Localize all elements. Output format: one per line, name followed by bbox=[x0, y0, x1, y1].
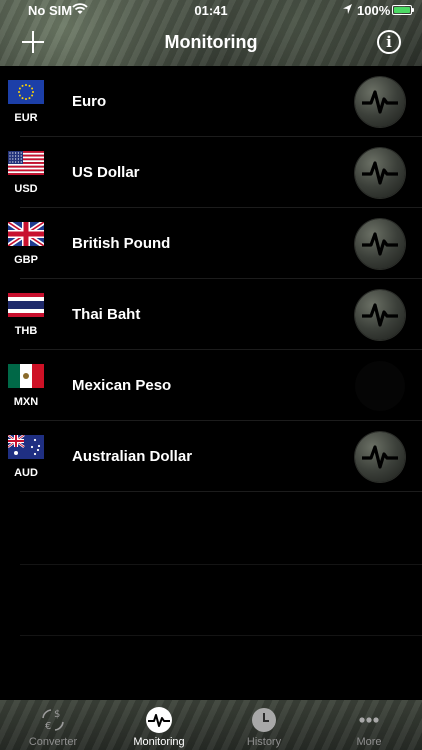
flag-gb-icon bbox=[8, 222, 44, 246]
currency-row-mxn[interactable]: MXN Mexican Peso bbox=[0, 350, 422, 421]
currency-row-usd[interactable]: USD US Dollar bbox=[0, 137, 422, 208]
monitor-toggle-button[interactable] bbox=[355, 432, 405, 482]
battery-icon bbox=[392, 5, 414, 15]
currency-code: GBP bbox=[14, 254, 38, 266]
currency-code: AUD bbox=[14, 467, 38, 479]
tab-converter[interactable]: $ € Converter bbox=[0, 700, 106, 750]
navigation-bar: Monitoring i bbox=[0, 22, 422, 66]
monitor-toggle-button[interactable] bbox=[355, 148, 405, 198]
currency-name: Euro bbox=[72, 93, 107, 110]
tab-monitoring[interactable]: Monitoring bbox=[106, 700, 212, 750]
tab-label: More bbox=[356, 736, 382, 748]
flag-eu-icon bbox=[8, 80, 44, 104]
flag-au-icon bbox=[8, 435, 44, 459]
currency-name: British Pound bbox=[72, 235, 171, 252]
currency-code: USD bbox=[14, 183, 38, 195]
currency-row-eur[interactable]: EUR Euro bbox=[0, 66, 422, 137]
currency-code: EUR bbox=[14, 112, 38, 124]
flag-mx-icon bbox=[8, 364, 44, 388]
svg-text:$: $ bbox=[54, 709, 60, 720]
list-separator bbox=[20, 635, 422, 636]
tab-label: Monitoring bbox=[133, 736, 185, 748]
currency-name: Thai Baht bbox=[72, 306, 141, 323]
location-arrow-icon bbox=[343, 4, 352, 14]
monitor-toggle-button[interactable] bbox=[355, 77, 405, 127]
currency-code: THB bbox=[14, 325, 38, 337]
monitor-toggle-button[interactable] bbox=[355, 290, 405, 340]
info-button[interactable]: i bbox=[377, 30, 401, 54]
row-separator bbox=[20, 491, 422, 492]
tab-label: Converter bbox=[28, 736, 78, 748]
page-title: Monitoring bbox=[164, 32, 258, 52]
monitor-toggle-button[interactable] bbox=[355, 219, 405, 269]
tab-label: History bbox=[246, 736, 282, 748]
tab-bar: $ € Converter Monitoring History More bbox=[0, 700, 422, 750]
converter-icon: $ € bbox=[39, 706, 67, 734]
monitor-toggle-button[interactable] bbox=[355, 361, 405, 411]
battery-percent: 100% bbox=[357, 3, 391, 18]
svg-text:€: € bbox=[45, 721, 51, 732]
currency-row-thb[interactable]: THB Thai Baht bbox=[0, 279, 422, 350]
tab-more[interactable]: More bbox=[316, 700, 422, 750]
currency-name: US Dollar bbox=[72, 164, 140, 181]
tab-history[interactable]: History bbox=[211, 700, 317, 750]
more-icon bbox=[355, 706, 383, 734]
currency-list: EUR Euro USD US Dollar GBP British Pound THB Th… bbox=[0, 66, 422, 492]
flag-us-icon bbox=[8, 151, 44, 175]
currency-row-aud[interactable]: AUD Australian Dollar bbox=[0, 421, 422, 492]
currency-name: Mexican Peso bbox=[72, 377, 172, 394]
clock-icon bbox=[250, 706, 278, 734]
currency-code: MXN bbox=[13, 396, 39, 408]
pulse-icon bbox=[145, 706, 173, 734]
status-bar: No SIM 01:41 100% bbox=[0, 0, 422, 22]
list-separator bbox=[20, 564, 422, 565]
currency-row-gbp[interactable]: GBP British Pound bbox=[0, 208, 422, 279]
currency-name: Australian Dollar bbox=[72, 448, 193, 465]
flag-th-icon bbox=[8, 293, 44, 317]
